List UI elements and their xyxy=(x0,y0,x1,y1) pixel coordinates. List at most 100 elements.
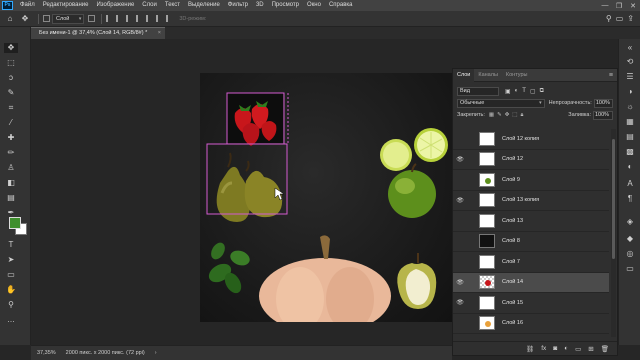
eyedropper-tool-icon[interactable]: ⁄ xyxy=(4,118,18,128)
hand-tool-icon[interactable]: ✋ xyxy=(4,285,18,295)
layers-scrollbar[interactable] xyxy=(611,129,616,337)
filter-type-icon[interactable]: T xyxy=(522,88,526,95)
share-icon[interactable]: ⇪ xyxy=(627,14,634,23)
pears-image[interactable] xyxy=(216,152,283,223)
chevron-right-icon[interactable]: › xyxy=(155,350,157,356)
auto-select-checkbox[interactable] xyxy=(43,15,50,22)
zoom-level[interactable]: 37,35% xyxy=(37,350,56,356)
menu-file[interactable]: Файл xyxy=(16,0,39,11)
layer-row[interactable]: Слой 16 xyxy=(453,314,609,334)
pumpkin-image[interactable] xyxy=(259,235,391,322)
tab-channels[interactable]: Каналы xyxy=(474,69,502,82)
channels-icon[interactable]: ◎ xyxy=(624,249,636,259)
close-window-button[interactable]: ✕ xyxy=(626,2,640,10)
align-left-icon[interactable] xyxy=(106,15,113,22)
layer-row[interactable]: Слой 9 xyxy=(453,170,609,191)
new-layer-icon[interactable]: ⊞ xyxy=(588,345,593,353)
gradient-tool-icon[interactable]: ▤ xyxy=(4,193,18,203)
align-bottom-icon[interactable] xyxy=(156,15,163,22)
search-icon[interactable]: ⚲ xyxy=(606,14,612,23)
eye-icon[interactable]: 👁︎ xyxy=(453,299,467,306)
panel-menu-icon[interactable]: ≡ xyxy=(609,72,613,79)
apple-half-image[interactable] xyxy=(397,253,437,309)
paragraph-icon[interactable]: ¶ xyxy=(624,194,636,204)
libraries-icon[interactable]: ◈ xyxy=(624,217,636,227)
menu-3d[interactable]: 3D xyxy=(252,0,268,11)
layer-row[interactable]: Слой 12 копия xyxy=(453,129,609,150)
layer-row[interactable]: Слой 13 xyxy=(453,211,609,232)
filter-pixel-icon[interactable]: ▣ xyxy=(505,88,511,95)
menu-layers[interactable]: Слои xyxy=(138,0,161,11)
menu-help[interactable]: Справка xyxy=(325,0,357,11)
eraser-tool-icon[interactable]: ◧ xyxy=(4,178,18,188)
menu-image[interactable]: Изображение xyxy=(92,0,138,11)
menu-window[interactable]: Окно xyxy=(303,0,325,11)
layer-row[interactable]: Слой 7 xyxy=(453,252,609,273)
layers-icon[interactable]: ◆ xyxy=(624,234,636,244)
filter-shape-icon[interactable]: ▢ xyxy=(530,88,536,95)
move-tool-icon[interactable]: ✥ xyxy=(4,43,18,53)
mask-icon[interactable]: ◙ xyxy=(553,345,557,352)
align-top-icon[interactable] xyxy=(136,15,143,22)
path-select-tool-icon[interactable]: ➤ xyxy=(4,255,18,265)
menu-type[interactable]: Текст xyxy=(161,0,184,11)
align-right-icon[interactable] xyxy=(126,15,133,22)
shape-tool-icon[interactable]: ▭ xyxy=(4,270,18,280)
document-tab[interactable]: Без имени-1 @ 37,4% (Слой 14, RGB/8#) * … xyxy=(31,27,165,39)
fill-input[interactable]: 100% xyxy=(593,110,613,120)
eye-icon[interactable]: 👁︎ xyxy=(453,279,467,286)
lock-position-icon[interactable]: ✥ xyxy=(505,112,510,119)
minimize-button[interactable]: — xyxy=(598,2,612,10)
history-icon[interactable]: ⟲ xyxy=(624,57,636,67)
blend-mode-select[interactable]: Обычные xyxy=(457,98,545,108)
document-canvas[interactable] xyxy=(200,73,452,322)
character-icon[interactable]: A xyxy=(624,179,636,189)
patterns-icon[interactable]: ▩ xyxy=(624,147,636,157)
layer-row-selected[interactable]: 👁︎ Слой 14 xyxy=(453,272,609,293)
move-tool-icon[interactable]: ✥ xyxy=(19,13,31,25)
scrollbar-thumb[interactable] xyxy=(612,139,615,259)
swatches-icon[interactable]: ▦ xyxy=(624,117,636,127)
gradients-icon[interactable]: ▤ xyxy=(624,132,636,142)
fx-icon[interactable]: fx xyxy=(541,345,546,352)
opacity-input[interactable]: 100% xyxy=(593,98,613,108)
eye-icon[interactable]: 👁︎ xyxy=(453,156,467,163)
stamp-tool-icon[interactable]: ♙ xyxy=(4,163,18,173)
type-tool-icon[interactable]: T xyxy=(4,240,18,250)
crop-tool-icon[interactable]: ⌗ xyxy=(4,103,18,113)
folder-icon[interactable]: ▭ xyxy=(575,345,581,353)
lock-transparency-icon[interactable]: ▦ xyxy=(489,112,494,119)
menu-select[interactable]: Выделение xyxy=(184,0,224,11)
brush-tool-icon[interactable]: ✏ xyxy=(4,148,18,158)
workspace-icon[interactable]: ▭ xyxy=(616,14,624,23)
layer-row[interactable]: Слой 8 xyxy=(453,232,609,252)
zoom-tool-icon[interactable]: ⚲ xyxy=(4,300,18,310)
layer-row[interactable]: 👁︎ Слой 13 копия xyxy=(453,191,609,211)
align-middle-icon[interactable] xyxy=(146,15,153,22)
strawberries-image[interactable] xyxy=(227,93,283,146)
distribute-icon[interactable] xyxy=(166,15,173,22)
lock-pixels-icon[interactable]: ✎ xyxy=(497,112,502,119)
lock-artboard-icon[interactable]: ⬚ xyxy=(512,112,517,119)
close-tab-icon[interactable]: × xyxy=(158,28,161,39)
auto-select-dropdown[interactable]: Слой xyxy=(52,13,85,24)
eye-icon[interactable]: 👁︎ xyxy=(453,197,467,204)
green-apple-image[interactable] xyxy=(388,163,436,218)
layer-filter-dropdown[interactable]: Вид xyxy=(457,86,499,96)
maximize-button[interactable]: ❐ xyxy=(612,2,626,10)
transform-controls-checkbox[interactable] xyxy=(88,15,96,22)
adjustments-icon[interactable]: ◐ xyxy=(624,162,636,172)
color-icon[interactable]: ◑ xyxy=(624,87,636,97)
menu-filter[interactable]: Фильтр xyxy=(224,0,252,11)
marquee-tool-icon[interactable]: ⬚ xyxy=(4,58,18,68)
filter-adjustment-icon[interactable]: ◐ xyxy=(515,88,519,95)
home-icon[interactable]: ⌂ xyxy=(4,13,16,25)
menu-view[interactable]: Просмотр xyxy=(268,0,303,11)
foreground-color-swatch[interactable] xyxy=(9,217,21,229)
tab-paths[interactable]: Контуры xyxy=(502,69,532,82)
healing-tool-icon[interactable]: ✚ xyxy=(4,133,18,143)
filter-smart-icon[interactable]: ⧉ xyxy=(540,88,544,95)
lightbulb-icon[interactable]: ☼ xyxy=(624,102,636,112)
lock-all-icon[interactable]: 🔒︎ xyxy=(521,112,524,119)
layer-row[interactable]: 👁︎ Слой 15 xyxy=(453,293,609,314)
